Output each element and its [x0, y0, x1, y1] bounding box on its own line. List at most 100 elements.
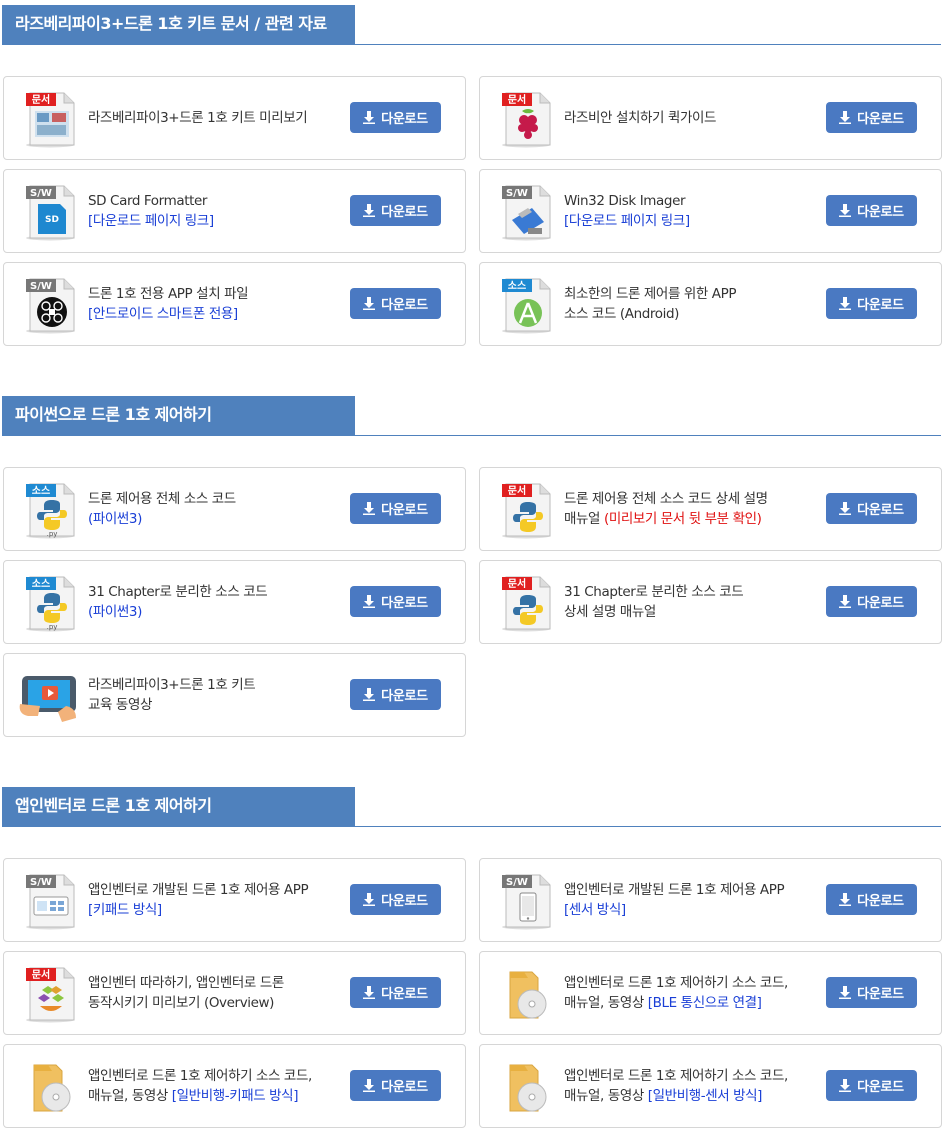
item-note: [센서 방식] — [564, 902, 626, 918]
item-subtitle: 동작시키기 미리보기 (Overview) — [88, 995, 275, 1011]
item-title: 31 Chapter로 분리한 소스 코드 — [88, 584, 268, 600]
keypad-app-icon: S/W — [22, 871, 82, 931]
download-card: 문서 드론 제어용 전체 소스 코드 상세 설명 매뉴얼 (미리보기 문서 뒷 … — [479, 467, 942, 551]
download-label: 다운로드 — [381, 502, 428, 517]
item-note: [일반비행-키패드 방식] — [171, 1088, 299, 1104]
svg-text:문서: 문서 — [508, 577, 526, 590]
download-icon — [839, 1079, 852, 1092]
python-file-icon: 소스 .py — [22, 573, 82, 633]
item-text: 라즈베리파이3+드론 1호 키트 미리보기 — [88, 77, 338, 159]
svg-text:.py: .py — [47, 623, 58, 631]
svg-text:S/W: S/W — [30, 877, 52, 888]
svg-text:소스: 소스 — [508, 280, 526, 292]
download-icon — [363, 595, 376, 608]
download-icon — [839, 204, 852, 217]
download-icon — [363, 688, 376, 701]
section-header-python: 파이썬으로 드론 1호 제어하기 — [2, 396, 941, 436]
download-page-link[interactable]: [다운로드 페이지 링크] — [564, 211, 814, 231]
download-button[interactable]: 다운로드 — [826, 1070, 917, 1101]
download-icon — [363, 502, 376, 515]
download-label: 다운로드 — [857, 297, 904, 312]
item-subtitle-prefix: 매뉴얼 — [564, 511, 604, 527]
svg-text:.py: .py — [47, 530, 58, 538]
download-label: 다운로드 — [381, 986, 428, 1001]
download-button[interactable]: 다운로드 — [350, 679, 441, 710]
item-subtitle-prefix: 매뉴얼, 동영상 — [564, 1088, 648, 1104]
svg-text:S/W: S/W — [30, 188, 52, 199]
download-card: 앱인벤터로 드론 1호 제어하기 소스 코드, 매뉴얼, 동영상 [일반비행-키… — [3, 1044, 466, 1128]
download-button[interactable]: 다운로드 — [350, 195, 441, 226]
download-card: 앱인벤터로 드론 1호 제어하기 소스 코드, 매뉴얼, 동영상 [BLE 통신… — [479, 951, 942, 1035]
download-label: 다운로드 — [857, 204, 904, 219]
item-text: 앱인벤터로 드론 1호 제어하기 소스 코드, 매뉴얼, 동영상 [일반비행-센… — [564, 1045, 814, 1127]
svg-text:S/W: S/W — [30, 281, 52, 292]
download-icon — [363, 986, 376, 999]
item-text: 드론 1호 전용 APP 설치 파일 [안드로이드 스마트폰 전용] — [88, 263, 338, 345]
item-note: [일반비행-센서 방식] — [647, 1088, 763, 1104]
download-icon — [839, 297, 852, 310]
item-title: 앱인벤터로 드론 1호 제어하기 소스 코드, — [564, 975, 788, 991]
download-button[interactable]: 다운로드 — [826, 493, 917, 524]
download-button[interactable]: 다운로드 — [826, 288, 917, 319]
download-button[interactable]: 다운로드 — [350, 102, 441, 133]
item-title: 31 Chapter로 분리한 소스 코드 — [564, 584, 744, 600]
download-button[interactable]: 다운로드 — [350, 1070, 441, 1101]
download-icon — [839, 893, 852, 906]
download-card: S/W 앱인벤터로 개발된 드론 1호 제어용 APP [센서 방식] 다운로드 — [479, 858, 942, 942]
download-icon — [363, 893, 376, 906]
download-card: S/W 앱인벤터로 개발된 드론 1호 제어용 APP [키패드 방식] 다운로… — [3, 858, 466, 942]
item-title: 드론 제어용 전체 소스 코드 상세 설명 — [564, 491, 768, 507]
folder-disc-icon — [498, 964, 558, 1024]
download-icon — [363, 1079, 376, 1092]
item-subtitle: 매뉴얼 (미리보기 문서 뒷 부분 확인) — [564, 509, 814, 529]
svg-text:SD: SD — [45, 215, 59, 225]
item-subtitle: 매뉴얼, 동영상 [BLE 통신으로 연결] — [564, 993, 814, 1013]
usb-disk-icon: S/W — [498, 182, 558, 242]
download-label: 다운로드 — [381, 204, 428, 219]
item-title: 라즈베리파이3+드론 1호 키트 — [88, 677, 256, 693]
item-text: 앱인벤터로 드론 1호 제어하기 소스 코드, 매뉴얼, 동영상 [일반비행-키… — [88, 1045, 338, 1127]
preview-note: (미리보기 문서 뒷 부분 확인) — [603, 511, 762, 527]
svg-text:문서: 문서 — [32, 968, 50, 981]
python-doc-icon: 문서 — [498, 480, 558, 540]
download-button[interactable]: 다운로드 — [350, 493, 441, 524]
svg-text:S/W: S/W — [506, 188, 528, 199]
item-note: [안드로이드 스마트폰 전용] — [88, 306, 238, 322]
item-title: 앱인벤터 따라하기, 앱인벤터로 드론 — [88, 975, 284, 991]
download-label: 다운로드 — [381, 297, 428, 312]
section-title: 앱인벤터로 드론 1호 제어하기 — [2, 787, 355, 827]
phone-app-icon: S/W — [498, 871, 558, 931]
download-button[interactable]: 다운로드 — [826, 977, 917, 1008]
download-page-link[interactable]: [다운로드 페이지 링크] — [88, 211, 338, 231]
item-text: SD Card Formatter [다운로드 페이지 링크] — [88, 170, 338, 252]
sd-card-icon: S/W SD — [22, 182, 82, 242]
folder-disc-icon — [22, 1057, 82, 1117]
download-button[interactable]: 다운로드 — [826, 884, 917, 915]
download-button[interactable]: 다운로드 — [350, 884, 441, 915]
download-button[interactable]: 다운로드 — [826, 195, 917, 226]
item-text: 31 Chapter로 분리한 소스 코드 (파이썬3) — [88, 561, 338, 643]
download-button[interactable]: 다운로드 — [350, 586, 441, 617]
item-title: SD Card Formatter — [88, 193, 208, 209]
item-text: 드론 제어용 전체 소스 코드 상세 설명 매뉴얼 (미리보기 문서 뒷 부분 … — [564, 468, 814, 550]
android-studio-icon: 소스 — [498, 275, 558, 335]
item-text: 앱인벤터로 드론 1호 제어하기 소스 코드, 매뉴얼, 동영상 [BLE 통신… — [564, 952, 814, 1034]
download-button[interactable]: 다운로드 — [350, 288, 441, 319]
item-subtitle: 매뉴얼, 동영상 [일반비행-센서 방식] — [564, 1086, 814, 1106]
download-label: 다운로드 — [381, 688, 428, 703]
item-subtitle-prefix: 매뉴얼, 동영상 — [88, 1088, 172, 1104]
download-card: 문서 앱인벤터 따라하기, 앱인벤터로 드론 동작시키기 미리보기 (Overv… — [3, 951, 466, 1035]
item-title: 앱인벤터로 드론 1호 제어하기 소스 코드, — [88, 1068, 312, 1084]
item-subtitle-prefix: 매뉴얼, 동영상 — [564, 995, 648, 1011]
item-text: Win32 Disk Imager [다운로드 페이지 링크] — [564, 170, 814, 252]
download-button[interactable]: 다운로드 — [826, 586, 917, 617]
item-title: 라즈비안 설치하기 퀵가이드 — [564, 110, 717, 126]
download-card: 소스 .py 드론 제어용 전체 소스 코드 (파이썬3) 다운로드 — [3, 467, 466, 551]
download-icon — [363, 111, 376, 124]
download-card: 문서 라즈비안 설치하기 퀵가이드 다운로드 — [479, 76, 942, 160]
item-note: (파이썬3) — [88, 511, 142, 527]
download-button[interactable]: 다운로드 — [826, 102, 917, 133]
download-label: 다운로드 — [857, 595, 904, 610]
download-button[interactable]: 다운로드 — [350, 977, 441, 1008]
download-icon — [839, 986, 852, 999]
